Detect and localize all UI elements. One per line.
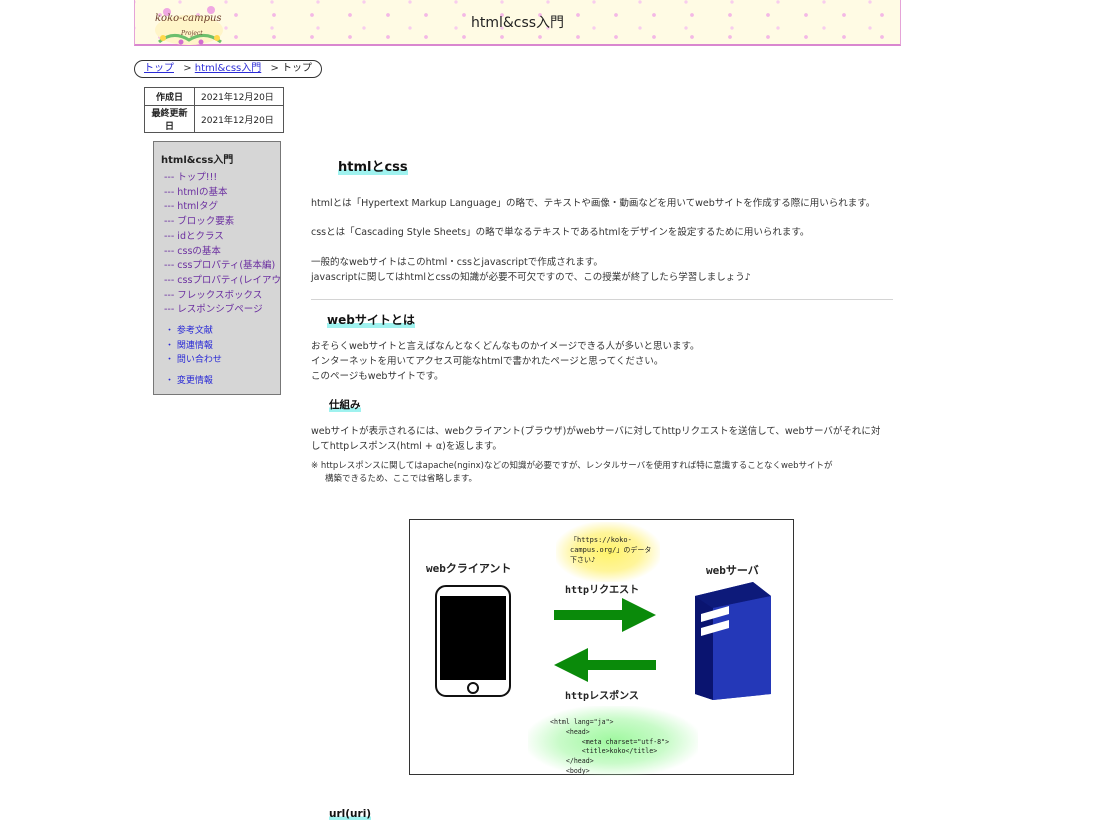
updated-row: 最終更新日 2021年12月20日 (144, 105, 284, 133)
paragraph-javascript-note: javascriptに関してはhtmlとcssの知識が必要不可欠ですので、この授… (311, 272, 751, 283)
paragraph-general-site: 一般的なwebサイトはこのhtml・cssとjavascriptで作成されます。 (311, 257, 603, 268)
sidebar-title: html&css入門 (161, 155, 234, 166)
breadcrumb-link-course[interactable]: html&css入門 (195, 63, 262, 74)
breadcrumb-current: トップ (282, 63, 313, 74)
paragraph-html-definition: htmlとは「Hypertext Markup Language」の略で、テキス… (311, 198, 876, 209)
breadcrumb: トップ > html&css入門 > トップ (134, 60, 323, 78)
sidebar-item-flexbox[interactable]: --- フレックスボックス (164, 289, 280, 304)
response-code: <html lang="ja"> <head> <meta charset="u… (550, 718, 670, 775)
created-value: 2021年12月20日 (194, 87, 284, 106)
smartphone-icon (435, 585, 511, 697)
site-header: koko-campus Project html&css入門 (134, 0, 901, 46)
heading-html-css: htmlとcss (338, 156, 408, 175)
sidebar-link-changelog[interactable]: ・ 変更情報 (165, 374, 222, 389)
sidebar-item-css-basics[interactable]: --- cssの基本 (164, 245, 280, 260)
sidebar-link-related[interactable]: ・ 関連情報 (165, 339, 222, 354)
client-label: webクライアント (426, 562, 512, 575)
created-row: 作成日 2021年12月20日 (144, 87, 284, 106)
sidebar-item-html-tags[interactable]: --- htmlタグ (164, 200, 280, 215)
paragraph-website-3: このページもwebサイトです。 (311, 371, 444, 382)
server-label: webサーバ (706, 564, 759, 577)
paragraph-website-1: おそらくwebサイトと言えばなんとなくどんなものかイメージできる人が多いと思いま… (311, 341, 700, 352)
sidebar-item-block-elements[interactable]: --- ブロック要素 (164, 215, 280, 230)
breadcrumb-separator: > (183, 63, 192, 74)
note-line-2: 構築できるため、ここでは省略します。 (325, 474, 477, 484)
response-arrow-icon (554, 648, 656, 682)
sidebar-item-css-props-layout[interactable]: --- cssプロパティ(レイアウト編) (164, 274, 280, 289)
request-message: 「https://koko- campus.org/」のデータ 下さい♪ (570, 536, 652, 564)
paragraph-css-definition: cssとは「Cascading Style Sheets」の略で単なるテキストで… (311, 227, 810, 238)
paragraph-mechanism-1: webサイトが表示されるには、webクライアント(ブラウザ)がwebサーバに対し… (311, 426, 881, 437)
updated-label: 最終更新日 (144, 105, 195, 133)
heading-website: webサイトとは (327, 311, 415, 328)
sidebar-item-responsive[interactable]: --- レスポンシブページ (164, 303, 280, 318)
sidebar-link-contact[interactable]: ・ 問い合わせ (165, 353, 222, 368)
sidebar-item-id-class[interactable]: --- idとクラス (164, 230, 280, 245)
breadcrumb-link-top[interactable]: トップ (144, 63, 174, 74)
sidebar-link-references[interactable]: ・ 参考文献 (165, 324, 222, 339)
sidebar-subpage-list: --- トップ!!! --- htmlの基本 --- htmlタグ --- ブロ… (164, 171, 280, 318)
updated-value: 2021年12月20日 (194, 105, 284, 133)
section-divider (311, 299, 893, 300)
breadcrumb-separator: > (270, 63, 279, 74)
request-label: httpリクエスト (565, 585, 640, 596)
heading-url: url(uri) (329, 808, 372, 820)
sidebar-item-css-props-basic[interactable]: --- cssプロパティ(基本編) (164, 259, 280, 274)
http-diagram: 「https://koko- campus.org/」のデータ 下さい♪ web… (409, 519, 794, 776)
created-label: 作成日 (144, 87, 195, 106)
site-title: html&css入門 (470, 15, 565, 31)
server-icon (695, 582, 771, 700)
sidebar-link-list: ・ 参考文献 ・ 関連情報 ・ 問い合わせ ・ 変更情報 (165, 324, 222, 389)
sidebar: html&css入門 --- トップ!!! --- htmlの基本 --- ht… (153, 141, 281, 395)
heading-mechanism: 仕組み (329, 397, 361, 412)
sidebar-item-html-basics[interactable]: --- htmlの基本 (164, 186, 280, 201)
sidebar-item-top[interactable]: --- トップ!!! (164, 171, 280, 186)
response-label: httpレスポンス (565, 691, 639, 702)
dates-table: 作成日 2021年12月20日 最終更新日 2021年12月20日 (144, 87, 284, 133)
paragraph-mechanism-2: してhttpレスポンス(html + α)を返します。 (311, 441, 502, 452)
paragraph-website-2: インターネットを用いてアクセス可能なhtmlで書かれたページと思ってください。 (311, 356, 664, 367)
request-arrow-icon (554, 598, 656, 632)
